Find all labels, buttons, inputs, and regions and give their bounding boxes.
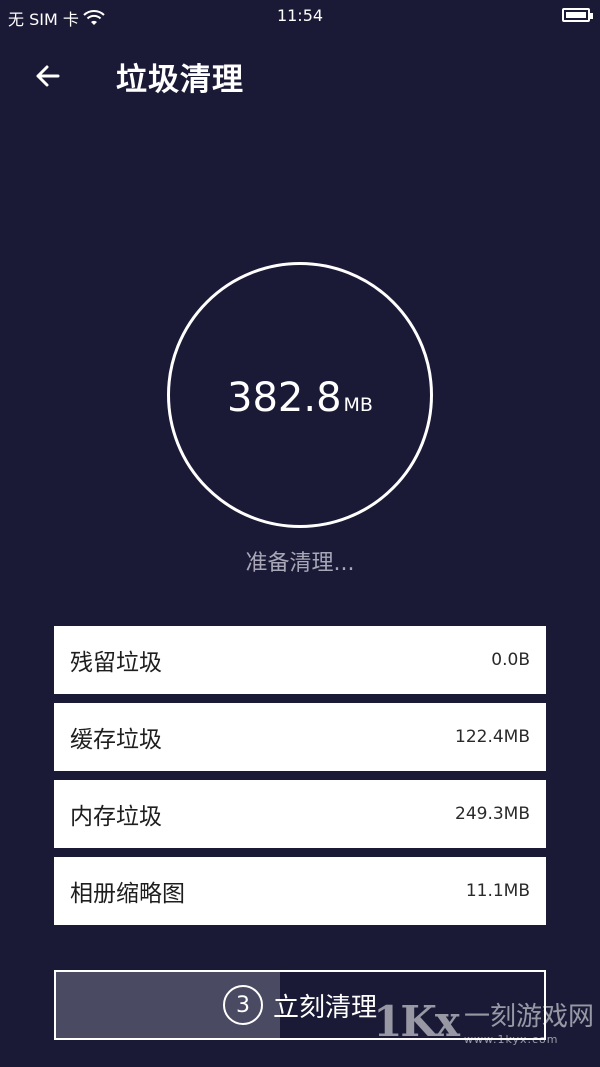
watermark-url: www.1kyx.com xyxy=(463,1033,559,1046)
countdown-badge: 3 xyxy=(222,985,263,1025)
battery-icon xyxy=(562,8,593,22)
list-item-residual: 残留垃圾 0.0B xyxy=(54,626,546,694)
junk-size-display: 382.8 MB xyxy=(170,375,430,421)
scan-status: 准备清理... xyxy=(245,551,355,576)
status-bar: 无 SIM 卡 11:54 xyxy=(0,0,600,32)
arrow-left-icon xyxy=(36,65,60,87)
status-time: 11:54 xyxy=(276,6,324,25)
item-value: 11.1MB xyxy=(465,881,530,901)
watermark-logo: 1Kx xyxy=(373,996,460,1046)
junk-size-value: 382.8 xyxy=(227,375,342,421)
watermark-name: 一刻游戏网 xyxy=(463,1002,594,1032)
junk-size-unit: MB xyxy=(343,394,373,416)
item-value: 249.3MB xyxy=(455,804,530,824)
back-button[interactable] xyxy=(30,58,66,94)
list-item-cache: 缓存垃圾 122.4MB xyxy=(54,703,546,771)
list-item-memory: 内存垃圾 249.3MB xyxy=(54,780,546,848)
watermark-text: 一刻游戏网 www.1kyx.com xyxy=(464,996,594,1046)
clean-button-label: 立刻清理 xyxy=(272,992,377,1023)
item-label: 残留垃圾 xyxy=(70,650,162,676)
list-item-thumbnails: 相册缩略图 11.1MB xyxy=(54,857,546,925)
watermark: 1Kx 一刻游戏网 www.1kyx.com xyxy=(373,996,594,1047)
item-label: 内存垃圾 xyxy=(70,804,162,830)
junk-size-ring: 382.8 MB xyxy=(167,262,433,528)
item-label: 相册缩略图 xyxy=(70,881,185,907)
item-label: 缓存垃圾 xyxy=(70,727,162,753)
page-title: 垃圾清理 xyxy=(116,62,244,98)
item-value: 122.4MB xyxy=(455,727,530,747)
item-value: 0.0B xyxy=(491,650,530,670)
top-bar: 垃圾清理 xyxy=(0,48,600,104)
